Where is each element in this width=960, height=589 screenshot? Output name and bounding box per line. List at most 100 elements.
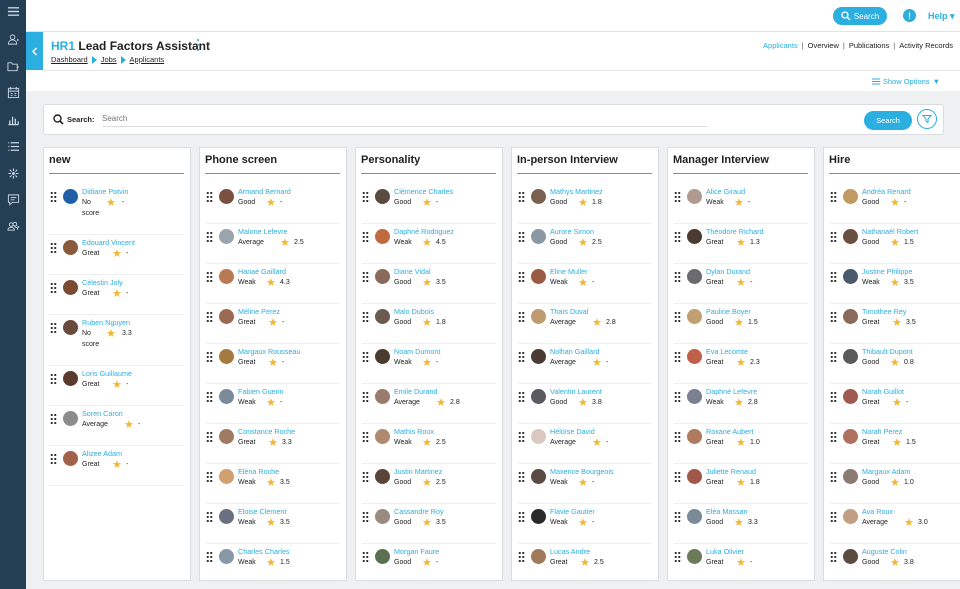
collapse-panel-button[interactable] — [26, 32, 43, 70]
applicant-card[interactable]: Méline Perez Great ★ - — [200, 304, 346, 344]
applicant-card[interactable]: Emile Durand Average ★ 2.8 — [356, 384, 502, 424]
applicant-card[interactable]: Nolhan Gaillard Average ★ - — [512, 344, 658, 384]
drag-handle-icon[interactable] — [518, 511, 525, 523]
applicant-card[interactable]: Thibault Dupont Good ★ 0.8 — [824, 344, 960, 384]
applicant-name[interactable]: Thibault Dupont — [862, 347, 913, 356]
applicant-name[interactable]: Norah Perez — [862, 427, 902, 436]
user-icon[interactable] — [0, 28, 26, 50]
applicant-name[interactable]: Malo Dubois — [394, 307, 434, 316]
applicant-name[interactable]: Justine Philippe — [862, 267, 912, 276]
applicant-card[interactable]: Pauline Boyer Good ★ 1.5 — [668, 304, 814, 344]
applicant-name[interactable]: Roxane Aubert — [706, 427, 754, 436]
applicant-name[interactable]: Charles Charles — [238, 547, 290, 556]
list-icon[interactable] — [0, 135, 26, 157]
applicant-card[interactable]: Constance Roche Great ★ 3.3 — [200, 424, 346, 464]
drag-handle-icon[interactable] — [518, 191, 525, 203]
drag-handle-icon[interactable] — [50, 322, 57, 334]
drag-handle-icon[interactable] — [518, 271, 525, 283]
applicant-card[interactable]: Auguste Colin Good ★ 3.8 — [824, 544, 960, 584]
breadcrumb-dashboard[interactable]: Dashboard — [51, 55, 88, 64]
applicant-card[interactable]: Ruben Nguyen No score ★ 3.3 — [44, 315, 190, 366]
applicant-card[interactable]: Malone Lefevre Average ★ 2.5 — [200, 224, 346, 264]
applicant-name[interactable]: Dylan Durand — [706, 267, 750, 276]
applicant-card[interactable]: Justine Philippe Weak ★ 3.5 — [824, 264, 960, 304]
menu-icon[interactable] — [0, 0, 26, 22]
applicant-name[interactable]: Eline Muller — [550, 267, 588, 276]
drag-handle-icon[interactable] — [518, 391, 525, 403]
applicant-name[interactable]: Juliette Renaud — [706, 467, 756, 476]
applicant-name[interactable]: Auguste Colin — [862, 547, 907, 556]
applicant-card[interactable]: Eva Lecomte Great ★ 2.3 — [668, 344, 814, 384]
chart-icon[interactable] — [0, 108, 26, 130]
drag-handle-icon[interactable] — [674, 231, 681, 243]
applicant-card[interactable]: Soren Caron Average ★ - — [44, 406, 190, 446]
applicant-card[interactable]: Maxence Bourgeois Weak ★ - — [512, 464, 658, 504]
drag-handle-icon[interactable] — [830, 391, 837, 403]
applicant-name[interactable]: Margaux Rousseau — [238, 347, 300, 356]
applicant-card[interactable]: Eléna Roche Weak ★ 3.5 — [200, 464, 346, 504]
filter-icon[interactable] — [917, 109, 937, 129]
drag-handle-icon[interactable] — [674, 511, 681, 523]
applicant-card[interactable]: Flavie Gautier Weak ★ - — [512, 504, 658, 544]
drag-handle-icon[interactable] — [830, 431, 837, 443]
applicant-name[interactable]: Flavie Gautier — [550, 507, 595, 516]
applicant-card[interactable]: Ava Roux Average ★ 3.0 — [824, 504, 960, 544]
drag-handle-icon[interactable] — [50, 373, 57, 385]
applicant-card[interactable]: Mathis Roux Weak ★ 2.5 — [356, 424, 502, 464]
top-search-button[interactable]: Search — [833, 7, 887, 25]
drag-handle-icon[interactable] — [830, 191, 837, 203]
applicant-card[interactable]: Nathanaël Robert Good ★ 1.5 — [824, 224, 960, 264]
drag-handle-icon[interactable] — [362, 231, 369, 243]
drag-handle-icon[interactable] — [674, 271, 681, 283]
applicant-card[interactable]: Morgan Faure Good ★ - — [356, 544, 502, 584]
applicant-name[interactable]: Eloise Clement — [238, 507, 286, 516]
applicant-card[interactable]: Norah Guillot Great ★ - — [824, 384, 960, 424]
applicant-name[interactable]: Lucas Andre — [550, 547, 590, 556]
applicant-name[interactable]: Ruben Nguyen — [82, 318, 130, 327]
applicant-name[interactable]: Maxence Bourgeois — [550, 467, 614, 476]
applicant-name[interactable]: Andréa Renard — [862, 187, 911, 196]
message-icon[interactable] — [0, 188, 26, 210]
drag-handle-icon[interactable] — [50, 191, 57, 203]
calendar-icon[interactable] — [0, 81, 26, 103]
drag-handle-icon[interactable] — [830, 471, 837, 483]
applicant-name[interactable]: Fabien Guerin — [238, 387, 284, 396]
drag-handle-icon[interactable] — [830, 231, 837, 243]
applicant-card[interactable]: Valentin Laurent Good ★ 3.8 — [512, 384, 658, 424]
applicant-card[interactable]: Eléa Massan Good ★ 3.3 — [668, 504, 814, 544]
show-options-toggle[interactable]: Show Options ▼ — [871, 77, 940, 86]
applicant-name[interactable]: Diane Vidal — [394, 267, 431, 276]
applicant-card[interactable]: Justin Martinez Good ★ 2.5 — [356, 464, 502, 504]
applicant-name[interactable]: Loris Guillaume — [82, 369, 132, 378]
drag-handle-icon[interactable] — [362, 471, 369, 483]
applicant-name[interactable]: Eléa Massan — [706, 507, 748, 516]
drag-handle-icon[interactable] — [830, 551, 837, 563]
applicant-name[interactable]: Margaux Adam — [862, 467, 910, 476]
gear-icon[interactable] — [0, 162, 26, 184]
drag-handle-icon[interactable] — [362, 431, 369, 443]
applicant-name[interactable]: Cassandre Roy — [394, 507, 444, 516]
drag-handle-icon[interactable] — [206, 471, 213, 483]
drag-handle-icon[interactable] — [674, 311, 681, 323]
drag-handle-icon[interactable] — [362, 311, 369, 323]
applicant-name[interactable]: Nathanaël Robert — [862, 227, 918, 236]
applicant-name[interactable]: Soren Caron — [82, 409, 123, 418]
applicant-card[interactable]: Charles Charles Weak ★ 1.5 — [200, 544, 346, 584]
applicant-card[interactable]: Armand Bernard Good ★ - — [200, 184, 346, 224]
applicant-card[interactable]: Malo Dubois Good ★ 1.8 — [356, 304, 502, 344]
applicant-card[interactable]: Fabien Guerin Weak ★ - — [200, 384, 346, 424]
applicant-name[interactable]: Thaïs Duval — [550, 307, 588, 316]
applicant-card[interactable]: Roxane Aubert Great ★ 1.0 — [668, 424, 814, 464]
search-input[interactable] — [102, 111, 707, 127]
drag-handle-icon[interactable] — [362, 351, 369, 363]
applicant-card[interactable]: Daphné Rodriguez Weak ★ 4.5 — [356, 224, 502, 264]
drag-handle-icon[interactable] — [674, 551, 681, 563]
applicant-card[interactable]: Eloise Clement Weak ★ 3.5 — [200, 504, 346, 544]
drag-handle-icon[interactable] — [206, 391, 213, 403]
applicant-card[interactable]: Clémence Charles Good ★ - — [356, 184, 502, 224]
applicant-name[interactable]: Armand Bernard — [238, 187, 291, 196]
folder-icon[interactable] — [0, 55, 26, 77]
applicant-card[interactable]: Andréa Renard Good ★ - — [824, 184, 960, 224]
drag-handle-icon[interactable] — [830, 511, 837, 523]
nav-activity-records[interactable]: Activity Records — [899, 41, 953, 50]
